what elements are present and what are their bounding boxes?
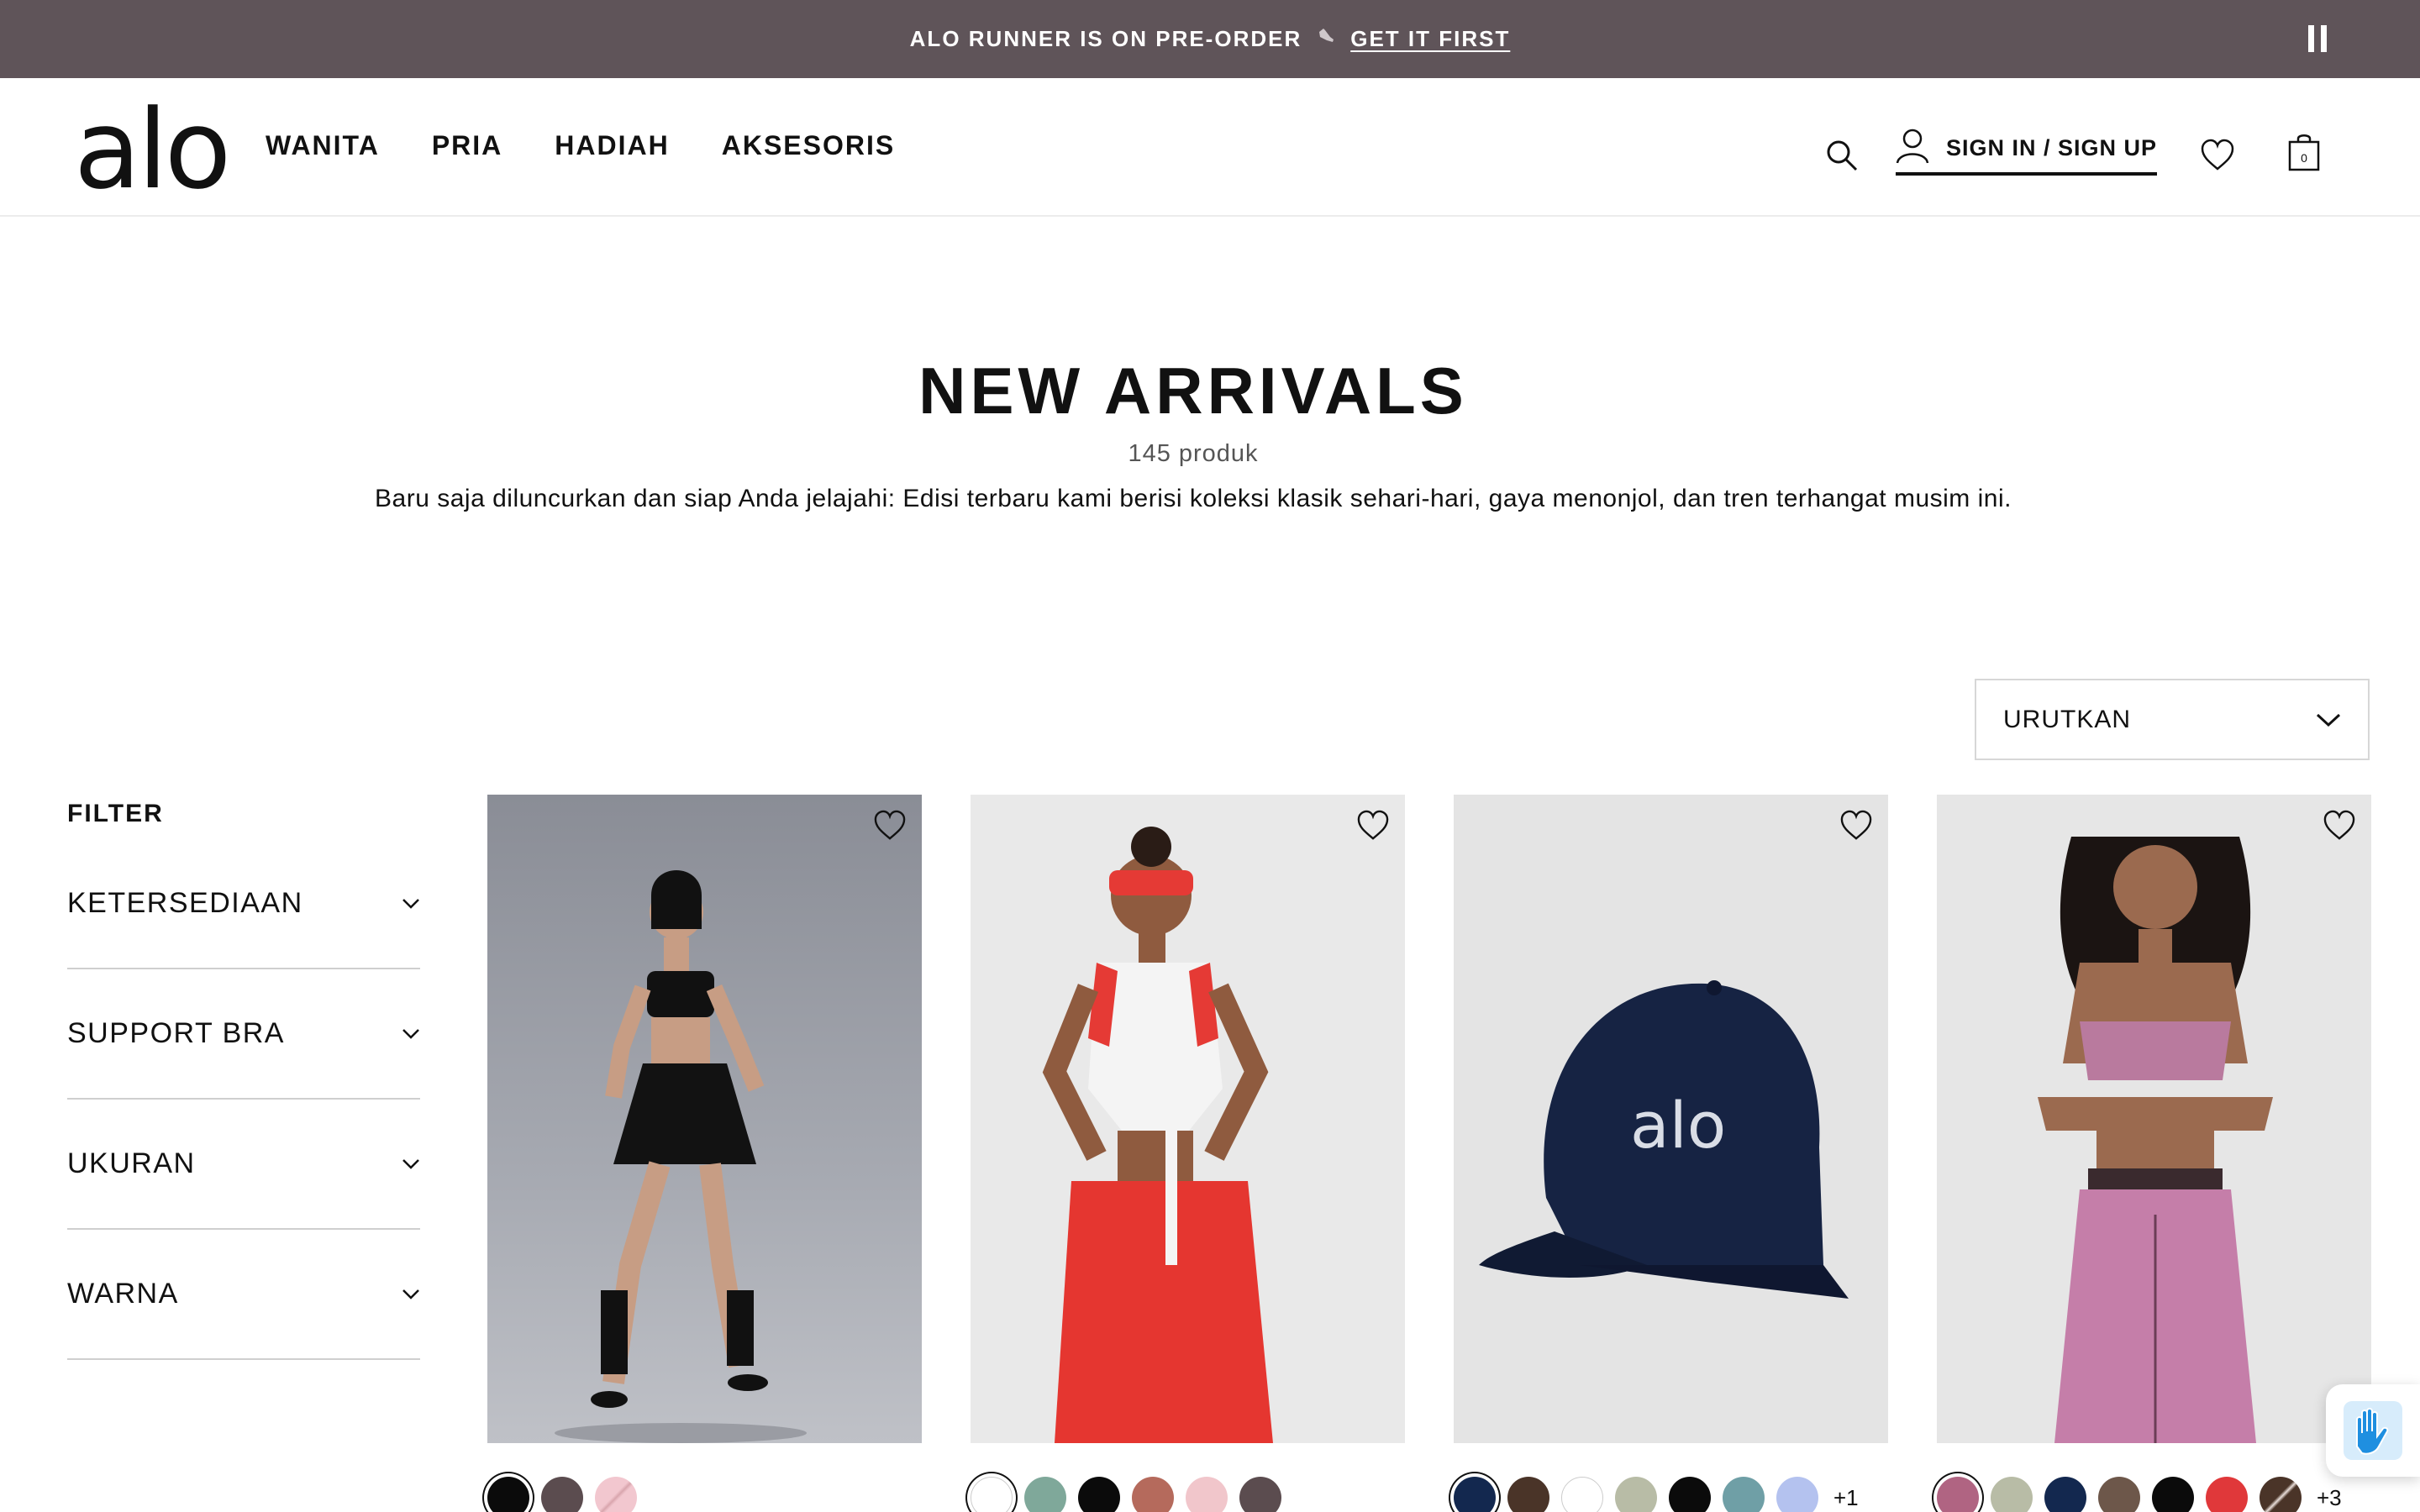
product-image[interactable]: alo: [1454, 795, 1888, 1443]
cap-logo: alo: [1630, 1088, 1726, 1163]
color-swatch[interactable]: [1991, 1477, 2033, 1512]
filter-heading: FILTER: [67, 800, 164, 827]
color-swatch[interactable]: [595, 1477, 637, 1512]
nav-item-pria[interactable]: PRIA: [432, 130, 502, 161]
page-description: Baru saja diluncurkan dan siap Anda jela…: [375, 485, 2012, 512]
cart-count: 0: [2301, 151, 2307, 165]
wishlist-heart-icon[interactable]: [2200, 139, 2235, 172]
product-image[interactable]: [1937, 795, 2371, 1443]
site-header: alo WANITA PRIA HADIAH AKSESORIS SIGN IN…: [0, 78, 2420, 217]
sort-label: URUTKAN: [2003, 705, 2132, 733]
more-colors-count[interactable]: +1: [1833, 1485, 1859, 1511]
color-swatches: [487, 1477, 637, 1512]
nav-item-hadiah[interactable]: HADIAH: [555, 130, 669, 161]
filter-ukuran[interactable]: UKURAN: [67, 1100, 420, 1230]
color-swatches: +1: [1454, 1477, 1859, 1512]
user-icon: [1896, 128, 1929, 169]
product-card[interactable]: [971, 795, 1405, 1512]
color-swatch[interactable]: [2044, 1477, 2086, 1512]
sign-in-label: SIGN IN / SIGN UP: [1946, 134, 2158, 160]
product-count: 145 produk: [1128, 440, 1259, 467]
sign-in-button[interactable]: SIGN IN / SIGN UP: [1896, 128, 2158, 176]
chevron-down-icon: [2316, 713, 2341, 727]
sort-dropdown[interactable]: URUTKAN: [1975, 679, 2370, 760]
favorite-heart-icon[interactable]: [2323, 810, 2356, 842]
filter-label: WARNA: [67, 1278, 179, 1310]
color-swatch[interactable]: [1024, 1477, 1066, 1512]
color-swatch[interactable]: [541, 1477, 583, 1512]
color-swatch[interactable]: [487, 1477, 529, 1512]
product-card[interactable]: [487, 795, 922, 1512]
color-swatches: [971, 1477, 1281, 1512]
color-swatch[interactable]: [1776, 1477, 1818, 1512]
chevron-down-icon: [402, 1158, 419, 1169]
color-swatch[interactable]: [2152, 1477, 2194, 1512]
color-swatch[interactable]: [1186, 1477, 1228, 1512]
favorite-heart-icon[interactable]: [1839, 810, 1873, 842]
filter-label: UKURAN: [67, 1147, 196, 1179]
color-swatch[interactable]: [1239, 1477, 1281, 1512]
filter-support-bra[interactable]: SUPPORT BRA: [67, 969, 420, 1100]
get-it-first-link[interactable]: GET IT FIRST: [1350, 26, 1510, 52]
shoe-icon: [1317, 27, 1335, 51]
color-swatch[interactable]: [1507, 1477, 1549, 1512]
main-nav: WANITA PRIA HADIAH AKSESORIS: [266, 130, 895, 161]
color-swatch[interactable]: [1669, 1477, 1711, 1512]
color-swatch[interactable]: [1454, 1477, 1496, 1512]
page-title: NEW ARRIVALS: [918, 354, 1468, 428]
chevron-down-icon: [402, 1289, 419, 1299]
search-icon[interactable]: [1825, 139, 1859, 172]
color-swatch[interactable]: [1132, 1477, 1174, 1512]
color-swatch[interactable]: [1078, 1477, 1120, 1512]
announcement-content: ALO RUNNER IS ON PRE-ORDER GET IT FIRST: [0, 0, 2420, 78]
color-swatches: +3: [1937, 1477, 2342, 1512]
brand-logo[interactable]: alo: [74, 95, 231, 204]
nav-item-wanita[interactable]: WANITA: [266, 130, 380, 161]
announcement-text: ALO RUNNER IS ON PRE-ORDER: [909, 26, 1302, 51]
filter-warna[interactable]: WARNA: [67, 1230, 420, 1360]
filter-ketersediaan[interactable]: KETERSEDIAAN: [67, 839, 420, 969]
color-swatch[interactable]: [1615, 1477, 1657, 1512]
color-swatch[interactable]: [2206, 1477, 2248, 1512]
favorite-heart-icon[interactable]: [873, 810, 907, 842]
announcement-bar: ALO RUNNER IS ON PRE-ORDER GET IT FIRST: [0, 0, 2420, 78]
pause-icon[interactable]: [2306, 25, 2331, 52]
shopping-bag-icon[interactable]: 0: [2287, 132, 2321, 172]
color-swatch[interactable]: [2260, 1477, 2302, 1512]
chevron-down-icon: [402, 898, 419, 909]
product-card[interactable]: alo +1: [1454, 795, 1888, 1512]
product-card[interactable]: +3: [1937, 795, 2371, 1512]
color-swatch[interactable]: [2098, 1477, 2140, 1512]
color-swatch[interactable]: [1561, 1477, 1603, 1512]
nav-item-aksesoris[interactable]: AKSESORIS: [722, 130, 895, 161]
more-colors-count[interactable]: +3: [2317, 1485, 2342, 1511]
product-image[interactable]: [487, 795, 922, 1443]
color-swatch[interactable]: [1937, 1477, 1979, 1512]
filter-label: SUPPORT BRA: [67, 1017, 285, 1049]
accessibility-hand-icon: [2344, 1401, 2402, 1460]
product-image[interactable]: [971, 795, 1405, 1443]
filter-label: KETERSEDIAAN: [67, 887, 303, 919]
color-swatch[interactable]: [1723, 1477, 1765, 1512]
accessibility-widget[interactable]: [2326, 1384, 2420, 1477]
favorite-heart-icon[interactable]: [1356, 810, 1390, 842]
color-swatch[interactable]: [971, 1477, 1013, 1512]
chevron-down-icon: [402, 1028, 419, 1039]
